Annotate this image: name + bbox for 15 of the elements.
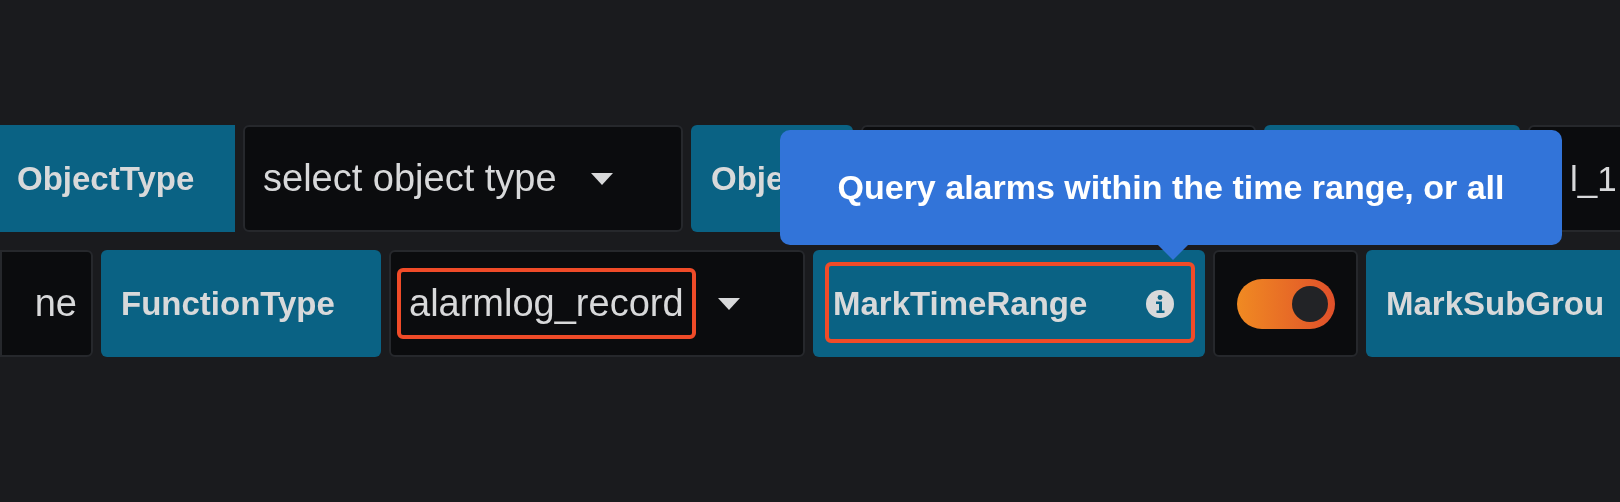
field-label: FunctionType [101,250,381,357]
tooltip-arrow [1158,245,1188,260]
dropdown-value: select object type [262,156,558,201]
dropdown[interactable]: alarmlog_record [389,250,805,357]
toggle-switch[interactable] [1236,278,1335,329]
dropdown[interactable]: select object type [243,125,683,232]
field-label: ObjectType [0,125,235,232]
dropdown-value: alarmlog_record [397,268,696,339]
caret-icon [590,172,613,185]
field-label: MarkSubGrou [1366,250,1620,357]
caret-icon [717,297,740,310]
info-icon[interactable] [1145,288,1175,319]
input-field[interactable]: ne [0,250,93,357]
tooltip: Query alarms within the time range, or all [780,130,1562,245]
field-label: MarkTimeRange [813,250,1205,357]
